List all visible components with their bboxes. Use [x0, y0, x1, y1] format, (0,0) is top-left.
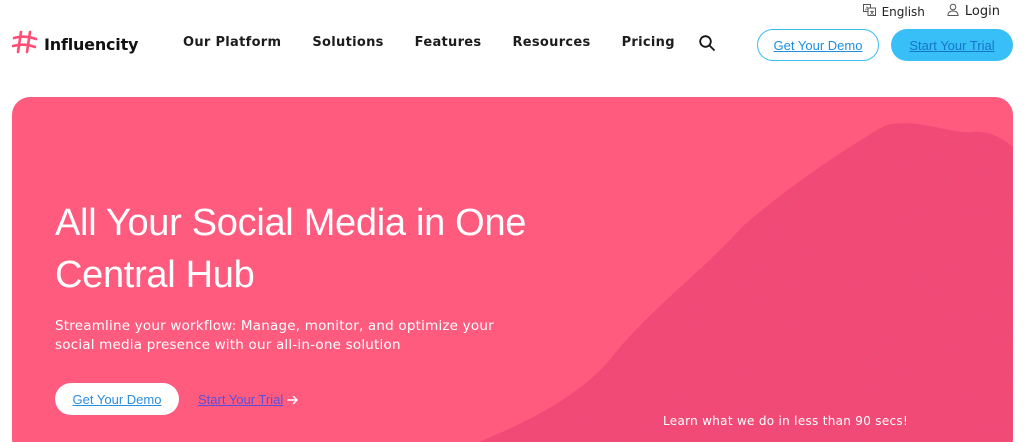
hashtag-icon: [11, 30, 38, 58]
login-label: Login: [964, 4, 1000, 19]
nav-item-resources[interactable]: Resources: [512, 35, 590, 50]
hero-demo-button[interactable]: Get Your Demo: [55, 383, 179, 415]
translate-icon: A: [862, 4, 876, 19]
arrow-right-icon: [287, 390, 299, 409]
nav-item-pricing[interactable]: Pricing: [622, 35, 675, 50]
language-label: English: [881, 4, 925, 19]
nav-item-solutions[interactable]: Solutions: [312, 35, 383, 50]
nav-item-features[interactable]: Features: [415, 35, 482, 50]
user-icon: [947, 3, 959, 20]
video-caption[interactable]: Learn what we do in less than 90 secs!: [663, 414, 908, 428]
hero-trial-label: Start Your Trial: [198, 392, 284, 407]
login-link[interactable]: Login: [947, 3, 1000, 20]
hero-trial-link[interactable]: Start Your Trial: [198, 390, 299, 409]
search-icon[interactable]: [698, 34, 716, 52]
utility-bar: A English Login: [862, 3, 1000, 20]
brand-logo[interactable]: Influencity: [11, 30, 139, 58]
main-nav: Our Platform Solutions Features Resource…: [183, 35, 675, 50]
hero-title: All Your Social Media in One Central Hub: [55, 202, 527, 296]
nav-item-our-platform[interactable]: Our Platform: [183, 35, 281, 50]
hero-banner: All Your Social Media in One Central Hub…: [12, 97, 1013, 442]
header-trial-button[interactable]: Start Your Trial: [891, 29, 1013, 61]
site-header: Influencity Our Platform Solutions Featu…: [0, 26, 1024, 64]
language-selector[interactable]: A English: [862, 4, 925, 19]
header-demo-button[interactable]: Get Your Demo: [757, 29, 879, 61]
svg-text:A: A: [865, 6, 869, 12]
brand-name: Influencity: [44, 34, 139, 54]
page: A English Login Influencity Our Platform…: [0, 0, 1024, 442]
hero-subtitle: Streamline your workflow: Manage, monito…: [55, 318, 494, 353]
